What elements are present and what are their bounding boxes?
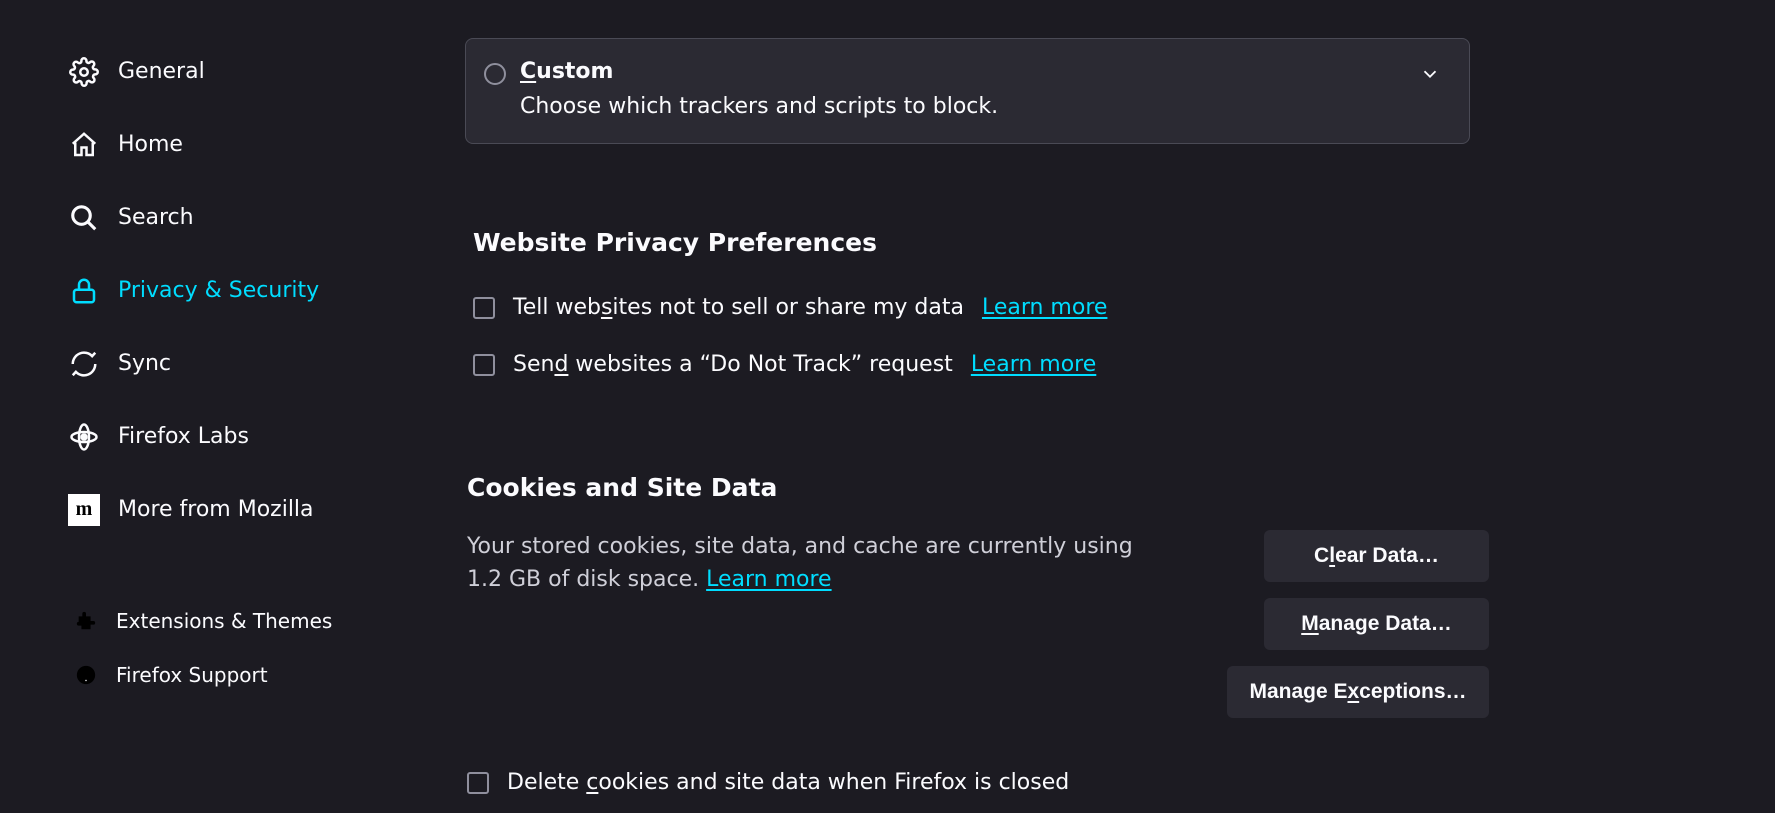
chevron-down-icon[interactable] [1419, 63, 1441, 89]
delete-cookies-label: Delete cookies and site data when Firefo… [507, 770, 1069, 795]
sidebar: General Home Search Privacy & Security S… [0, 0, 465, 813]
sidebar-item-label: More from Mozilla [118, 497, 314, 522]
manage-exceptions-button[interactable]: Manage Exceptions… [1227, 666, 1489, 718]
main-content: Custom Choose which trackers and scripts… [465, 0, 1775, 813]
mozilla-icon: m [68, 494, 100, 526]
clear-data-button[interactable]: Clear Data… [1264, 530, 1489, 582]
search-icon [68, 202, 100, 234]
sidebar-item-label: General [118, 59, 205, 84]
radio-custom[interactable] [484, 63, 506, 85]
sidebar-item-label: Firefox Support [116, 663, 268, 687]
sidebar-item-home[interactable]: Home [68, 108, 465, 181]
labs-icon [68, 421, 100, 453]
sidebar-item-label: Firefox Labs [118, 424, 249, 449]
sidebar-item-extensions-themes[interactable]: Extensions & Themes [68, 594, 465, 648]
sidebar-item-firefox-labs[interactable]: Firefox Labs [68, 400, 465, 473]
home-icon [68, 129, 100, 161]
help-icon [74, 663, 98, 687]
sidebar-item-firefox-support[interactable]: Firefox Support [68, 648, 465, 702]
opt-tell-websites-label: Tell websites not to sell or share my da… [513, 295, 964, 320]
puzzle-icon [74, 609, 98, 633]
sidebar-item-label: Sync [118, 351, 171, 376]
checkbox-delete-on-close[interactable] [467, 772, 489, 794]
opt-dnt-label: Send websites a “Do Not Track” request [513, 352, 953, 377]
delete-cookies-row: Delete cookies and site data when Firefo… [467, 770, 1715, 795]
custom-description: Choose which trackers and scripts to blo… [520, 94, 1405, 119]
lock-icon [68, 275, 100, 307]
cookies-buttons: Clear Data… Manage Data… Manage Exceptio… [1227, 530, 1489, 718]
sidebar-item-search[interactable]: Search [68, 181, 465, 254]
opt-dnt-row: Send websites a “Do Not Track” request L… [473, 352, 1715, 377]
cookies-description: Your stored cookies, site data, and cach… [467, 530, 1187, 596]
custom-title: Custom [520, 59, 1405, 84]
cookies-heading: Cookies and Site Data [467, 473, 1715, 502]
opt-tell-websites-row: Tell websites not to sell or share my da… [473, 295, 1715, 320]
sidebar-item-label: Search [118, 205, 194, 230]
learn-more-link[interactable]: Learn more [982, 295, 1107, 320]
sidebar-item-label: Extensions & Themes [116, 609, 332, 633]
sidebar-item-privacy-security[interactable]: Privacy & Security [68, 254, 465, 327]
sidebar-item-general[interactable]: General [68, 35, 465, 108]
sidebar-item-sync[interactable]: Sync [68, 327, 465, 400]
sidebar-item-label: Home [118, 132, 183, 157]
website-privacy-heading: Website Privacy Preferences [473, 228, 1715, 257]
checkbox-tell-websites[interactable] [473, 297, 495, 319]
checkbox-dnt[interactable] [473, 354, 495, 376]
sidebar-item-label: Privacy & Security [118, 278, 319, 303]
learn-more-link[interactable]: Learn more [971, 352, 1096, 377]
manage-data-button[interactable]: Manage Data… [1264, 598, 1489, 650]
gear-icon [68, 56, 100, 88]
learn-more-link[interactable]: Learn more [706, 567, 831, 592]
sync-icon [68, 348, 100, 380]
tracking-custom-option[interactable]: Custom Choose which trackers and scripts… [465, 38, 1470, 144]
sidebar-item-more-mozilla[interactable]: m More from Mozilla [68, 473, 465, 546]
